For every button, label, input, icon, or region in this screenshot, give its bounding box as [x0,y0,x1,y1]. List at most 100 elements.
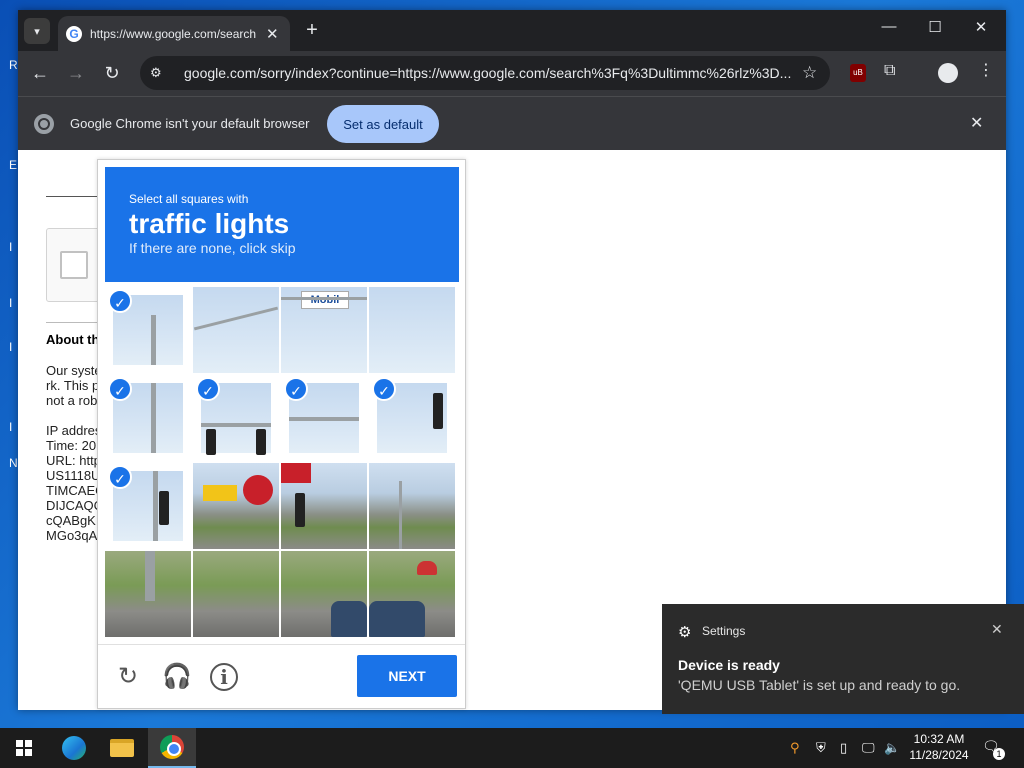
maximize-button[interactable]: ☐ [912,18,958,36]
infobar-message: Google Chrome isn't your default browser [70,116,310,131]
grid-tile[interactable] [281,551,367,637]
pole [153,471,158,541]
taskbar-edge[interactable] [50,728,98,768]
grid-tile[interactable]: ✓ [105,463,191,549]
grid-tile[interactable] [193,551,279,637]
reload-button[interactable]: ↻ [100,61,124,85]
url-text[interactable]: google.com/sorry/index?continue=https://… [184,65,794,81]
browser-tab[interactable]: G https://www.google.com/search ✕ [58,16,290,51]
network-icon[interactable]: 🖵 [862,740,875,756]
grid-tile[interactable]: ✓ [281,375,367,461]
store-sign [203,485,237,501]
search-tray-icon[interactable]: ⚲ [790,740,800,756]
about-heading: About th [46,332,100,347]
challenge-header: Select all squares with traffic lights I… [105,167,459,282]
pole [281,297,367,300]
grid-tile[interactable]: ✓ [105,287,191,373]
grid-tile[interactable] [193,463,279,549]
grid-tile[interactable] [105,551,191,637]
grid-tile[interactable] [281,463,367,549]
close-window-button[interactable]: ✕ [958,18,1004,36]
traffic-light [256,429,266,455]
system-clock[interactable]: 10:32 AM 11/28/2024 [904,731,974,763]
folder-icon [110,739,134,757]
tab-strip: ▾ G https://www.google.com/search ✕ + — … [18,10,1006,51]
usb-device-icon[interactable]: ▯ [840,740,847,756]
next-button[interactable]: NEXT [357,655,457,697]
traffic-light [206,429,216,455]
infobar-close-icon[interactable]: ✕ [970,113,983,133]
tab-search-button[interactable]: ▾ [24,18,50,44]
menu-dots-icon[interactable]: ⋮ [978,60,994,80]
back-button[interactable]: ← [28,61,52,85]
profile-avatar-icon[interactable] [938,63,958,83]
challenge-hint: If there are none, click skip [129,240,296,256]
grid-tile[interactable] [193,287,279,373]
tab-title: https://www.google.com/search [90,26,257,41]
challenge-grid: ✓ Mobil ✓ ✓ ✓ ✓ ✓ [105,287,457,637]
pole [145,551,155,601]
desktop-icon-label: I [9,340,13,354]
forward-button[interactable]: → [64,61,88,85]
challenge-footer: ↻ 🎧 i NEXT [98,644,465,708]
details-paragraph: IP addres Time: 20 URL: http US1118U TIM… [46,423,105,543]
desktop-icon-label: I [9,296,13,310]
toast-title: Device is ready [678,657,780,673]
set-as-default-button[interactable]: Set as default [327,105,439,143]
pole [289,417,359,421]
selected-check-icon: ✓ [196,377,220,401]
new-tab-button[interactable]: + [300,19,324,42]
desktop-icon-label: E [9,158,18,172]
toolbar: ← → ↻ ⚙ google.com/sorry/index?continue=… [18,51,1006,96]
notification-toast[interactable]: ⚙ Settings ✕ Device is ready 'QEMU USB T… [662,604,1024,714]
taskbar-chrome[interactable] [148,728,196,768]
reload-challenge-icon[interactable]: ↻ [114,663,142,691]
grid-tile[interactable]: ✓ [369,375,455,461]
windows-logo-icon [16,740,32,756]
address-bar[interactable]: ⚙ google.com/sorry/index?continue=https:… [140,56,830,90]
volume-muted-icon[interactable]: 🔈 [884,740,900,756]
info-paragraph: Our syste rk. This p not a rob [46,363,102,408]
grid-tile[interactable] [369,463,455,549]
grid-tile[interactable]: Mobil [281,287,367,373]
traffic-light [295,493,305,527]
challenge-instruction: Select all squares with [129,192,249,206]
edge-icon [62,736,86,760]
audio-challenge-headphones-icon[interactable]: 🎧 [162,663,192,691]
traffic-light [433,393,443,429]
default-browser-infobar: Google Chrome isn't your default browser… [18,96,1006,150]
ublock-extension-icon[interactable]: uB [850,64,866,82]
selected-check-icon: ✓ [108,289,132,313]
google-favicon-icon: G [66,25,82,42]
start-button[interactable] [0,728,48,768]
pole [193,306,279,331]
selected-check-icon: ✓ [108,377,132,401]
mobil-sign: Mobil [301,291,349,309]
close-tab-icon[interactable]: ✕ [266,25,279,43]
bookmark-star-icon[interactable]: ☆ [802,63,817,83]
recaptcha-checkbox[interactable] [60,251,88,279]
grid-tile[interactable]: ✓ [193,375,279,461]
security-shield-icon[interactable]: ⛨ [816,740,826,756]
minimize-button[interactable]: — [866,18,912,35]
desktop-icon-label: R [9,58,18,72]
grid-tile[interactable]: ✓ [105,375,191,461]
recaptcha-challenge: Select all squares with traffic lights I… [97,159,466,709]
selected-check-icon: ✓ [372,377,396,401]
extensions-puzzle-icon[interactable]: ⧉ [884,62,895,80]
toast-close-icon[interactable]: ✕ [991,621,1003,638]
site-info-icon[interactable]: ⚙ [150,65,174,81]
challenge-target: traffic lights [129,208,290,239]
taskbar-file-explorer[interactable] [98,728,146,768]
toast-app-name: Settings [702,624,746,638]
selected-check-icon: ✓ [108,465,132,489]
pole [399,481,402,549]
grid-tile[interactable] [369,287,455,373]
traffic-light [159,491,169,525]
chrome-logo-icon [34,114,54,134]
store-sign [281,463,311,483]
desktop-icon-label: N [9,456,18,470]
info-icon[interactable]: i [210,663,238,691]
grid-tile[interactable] [369,551,455,637]
taskbar: ⚲ ⛨ ▯ 🖵 🔈 10:32 AM 11/28/2024 🗨 1 [0,728,1024,768]
